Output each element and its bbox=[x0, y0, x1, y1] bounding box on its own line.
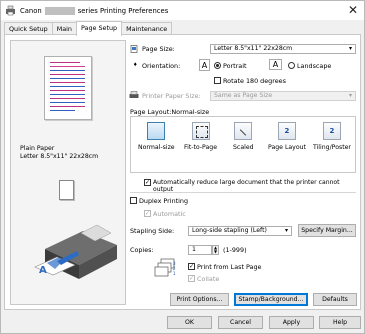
divider bbox=[130, 192, 356, 193]
duplex-automatic-checkbox[interactable]: ✓ bbox=[144, 210, 151, 217]
portrait-icon: A bbox=[199, 59, 210, 71]
stapling-side-value: Long-side stapling (Left) bbox=[192, 227, 267, 234]
orientation-label: Orientation: bbox=[142, 62, 181, 70]
defaults-button[interactable]: Defaults bbox=[313, 293, 357, 306]
fit-to-page-icon bbox=[191, 122, 210, 140]
redacted-model-name bbox=[44, 6, 75, 15]
copies-label: Copies: bbox=[130, 246, 154, 254]
copies-stack-icon: 3 2 1 bbox=[154, 258, 176, 277]
stapling-side-dropdown[interactable]: Long-side stapling (Left) ▾ bbox=[188, 226, 292, 236]
preview-area: Plain Paper Letter 8.5"x11" 22x28cm A bbox=[10, 40, 126, 305]
auto-reduce-label: Automatically reduce large document that… bbox=[153, 179, 340, 193]
cancel-button[interactable]: Cancel bbox=[218, 316, 263, 329]
layout-scaled-label: Scaled bbox=[233, 144, 254, 151]
stamp-background-button[interactable]: Stamp/Background... bbox=[234, 293, 308, 306]
printer-paper-size-icon bbox=[129, 91, 139, 98]
media-size-text: Letter 8.5"x11" 22x28cm bbox=[20, 153, 99, 160]
close-icon[interactable]: ✕ bbox=[348, 3, 358, 17]
collate-label: Collate bbox=[197, 275, 220, 283]
ok-button[interactable]: OK bbox=[167, 316, 212, 329]
layout-fit-to-page[interactable]: Fit-to-Page bbox=[184, 122, 217, 151]
layout-normal-size-label: Normal-size bbox=[138, 144, 175, 151]
landscape-label: Landscape bbox=[297, 62, 332, 70]
print-from-last-page-checkbox[interactable]: ✓ bbox=[188, 263, 195, 270]
page-size-icon bbox=[130, 45, 138, 53]
duplex-automatic-label: Automatic bbox=[153, 210, 186, 218]
page-layout-heading: Page Layout:Normal-size bbox=[130, 108, 209, 116]
layout-tiling-poster-label: Tiling/Poster bbox=[313, 144, 351, 151]
specify-margin-button[interactable]: Specify Margin... bbox=[298, 224, 356, 237]
page-preview-thumbnail bbox=[44, 56, 92, 120]
svg-text:A: A bbox=[39, 265, 47, 276]
stapling-side-label: Stapling Side: bbox=[130, 227, 175, 235]
page-layout-current: Normal-size bbox=[171, 108, 210, 116]
page-layout-icon: 2 bbox=[277, 122, 296, 140]
page-size-value: Letter 8.5"x11" 22x28cm bbox=[214, 45, 293, 52]
layout-scaled[interactable]: Scaled bbox=[233, 122, 254, 151]
apply-button[interactable]: Apply bbox=[269, 316, 314, 329]
rotate-180-checkbox[interactable] bbox=[214, 77, 221, 84]
title-bar: Canon series Printing Preferences ✕ bbox=[1, 1, 364, 20]
paper-orientation-icon bbox=[59, 180, 74, 200]
printer-illustration: A bbox=[34, 224, 117, 279]
layout-tiling-poster[interactable]: 2 Tiling/Poster bbox=[313, 122, 351, 151]
page-layout-selector: Normal-size Fit-to-Page Scaled 2 Page La… bbox=[130, 116, 356, 173]
title-suffix: series Printing Preferences bbox=[77, 6, 169, 15]
landscape-radio[interactable] bbox=[288, 62, 295, 69]
title-prefix: Canon bbox=[20, 6, 42, 15]
printer-paper-size-label: Printer Paper Size: bbox=[142, 92, 201, 100]
chevron-down-icon: ▾ bbox=[348, 45, 352, 52]
tab-strip: Quick Setup Main Page Setup Maintenance bbox=[4, 21, 173, 36]
rotate-180-label: Rotate 180 degrees bbox=[223, 77, 286, 85]
layout-page-layout[interactable]: 2 Page Layout bbox=[268, 122, 306, 151]
collate-checkbox[interactable]: ✓ bbox=[188, 275, 195, 282]
duplex-printing-checkbox[interactable] bbox=[130, 197, 137, 204]
tab-page-setup[interactable]: Page Setup bbox=[75, 21, 123, 36]
layout-page-layout-label: Page Layout bbox=[268, 144, 306, 151]
printer-paper-size-dropdown[interactable]: Same as Page Size ▾ bbox=[210, 91, 356, 101]
svg-text:1: 1 bbox=[173, 271, 176, 276]
page-layout-label: Page Layout: bbox=[130, 108, 172, 116]
layout-normal-size[interactable]: Normal-size bbox=[138, 122, 175, 151]
copies-input[interactable]: 1 bbox=[188, 245, 212, 255]
printer-paper-size-value: Same as Page Size bbox=[214, 92, 273, 99]
orientation-bullet-icon: ♦ bbox=[133, 62, 138, 68]
portrait-radio[interactable] bbox=[214, 62, 221, 69]
normal-size-icon bbox=[147, 122, 166, 140]
print-options-button[interactable]: Print Options... bbox=[170, 293, 229, 306]
media-type-text: Plain Paper bbox=[20, 145, 55, 152]
printing-preferences-window: Canon series Printing Preferences ✕ Quic… bbox=[0, 0, 365, 334]
auto-reduce-checkbox[interactable]: ✓ bbox=[144, 179, 151, 186]
scaled-icon bbox=[234, 122, 253, 140]
duplex-printing-label: Duplex Printing bbox=[139, 197, 189, 205]
media-info: Plain Paper Letter 8.5"x11" 22x28cm bbox=[20, 145, 98, 161]
layout-fit-to-page-label: Fit-to-Page bbox=[184, 144, 218, 151]
landscape-icon: A bbox=[269, 59, 282, 70]
help-button[interactable]: Help bbox=[319, 316, 361, 329]
copies-spinner[interactable]: ▲ ▼ bbox=[212, 245, 219, 255]
page-setup-panel: Plain Paper Letter 8.5"x11" 22x28cm A Pa… bbox=[4, 34, 361, 310]
page-size-label: Page Size: bbox=[142, 45, 175, 53]
copies-value: 1 bbox=[192, 246, 196, 253]
printer-app-icon bbox=[6, 5, 15, 16]
print-from-last-page-label: Print from Last Page bbox=[197, 263, 262, 271]
page-size-dropdown[interactable]: Letter 8.5"x11" 22x28cm ▾ bbox=[210, 44, 356, 54]
portrait-label: Portrait bbox=[223, 62, 247, 70]
chevron-down-icon: ▾ bbox=[284, 227, 288, 234]
chevron-down-icon: ▾ bbox=[348, 92, 352, 99]
copies-range: (1-999) bbox=[223, 246, 247, 254]
tiling-poster-icon: 2 bbox=[322, 122, 341, 140]
